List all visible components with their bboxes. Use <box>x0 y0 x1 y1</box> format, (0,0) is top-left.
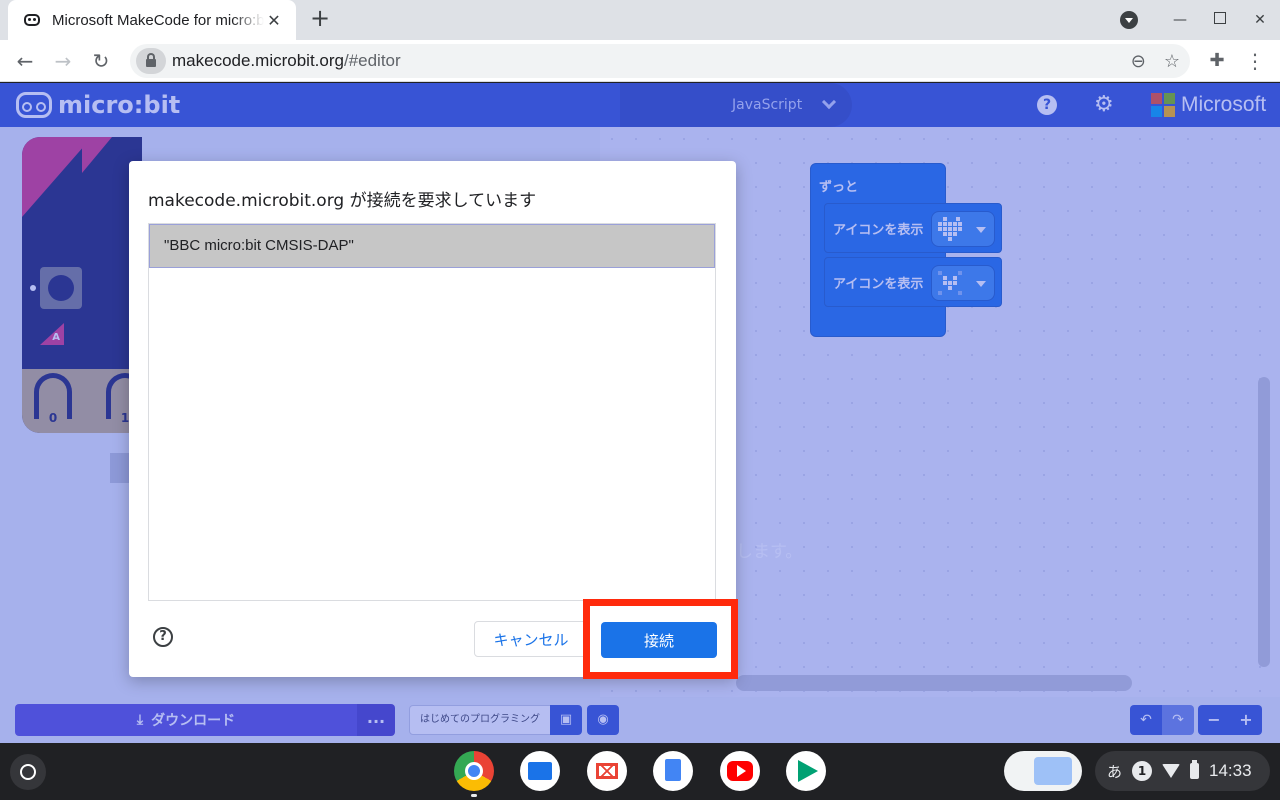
reload-icon[interactable]: ↻ <box>86 46 116 76</box>
device-item[interactable]: "BBC micro:bit CMSIS-DAP" <box>149 224 715 268</box>
files-icon[interactable] <box>520 751 560 791</box>
docs-icon[interactable] <box>653 751 693 791</box>
cancel-button[interactable]: キャンセル <box>474 621 588 657</box>
launcher-icon[interactable] <box>10 754 46 790</box>
forward-icon[interactable]: → <box>48 46 78 76</box>
maximize-icon[interactable] <box>1200 12 1240 28</box>
lock-icon <box>146 53 156 67</box>
site-info-button[interactable] <box>136 48 166 74</box>
new-tab-button[interactable]: + <box>306 4 334 32</box>
wifi-icon <box>1162 764 1181 778</box>
url-host: makecode.microbit.org <box>172 51 344 70</box>
url-path: /#editor <box>343 51 401 70</box>
close-window-icon[interactable]: ✕ <box>1240 12 1280 28</box>
connect-highlight-box <box>583 599 738 679</box>
browser-toolbar: ← → ↻ makecode.microbit.org /#editor ⊖ ☆… <box>0 40 1280 82</box>
tab-close-icon[interactable]: ✕ <box>264 11 284 30</box>
tab-title: Microsoft MakeCode for micro:bit <box>52 11 264 29</box>
back-icon[interactable]: ← <box>10 46 40 76</box>
gmail-icon[interactable] <box>587 751 627 791</box>
tab-strip: Microsoft MakeCode for micro:bit ✕ + — ✕ <box>0 0 1280 40</box>
notification-badge: 1 <box>1132 761 1153 781</box>
running-indicator <box>471 794 477 797</box>
extensions-icon[interactable]: ✚ <box>1204 46 1230 76</box>
zoom-icon[interactable]: ⊖ <box>1131 51 1146 72</box>
clock: 14:33 <box>1209 761 1252 780</box>
dialog-title: makecode.microbit.org が接続を要求しています <box>148 191 537 211</box>
browser-menu-icon[interactable]: ⋮ <box>1242 46 1268 76</box>
holding-space[interactable] <box>1004 751 1082 791</box>
window-controls: — ✕ <box>1120 0 1280 40</box>
minimize-icon[interactable]: — <box>1160 12 1200 28</box>
device-list: "BBC micro:bit CMSIS-DAP" <box>148 223 716 601</box>
ime-indicator: あ <box>1107 762 1123 781</box>
help-icon[interactable]: ? <box>153 627 173 647</box>
tab-search-icon[interactable] <box>1120 11 1138 29</box>
youtube-icon[interactable] <box>720 751 760 791</box>
system-shelf: あ 1 14:33 <box>0 743 1280 800</box>
makecode-page: micro:bit JavaScript ? ⚙ Microsoft A 0 1 <box>0 83 1280 743</box>
bookmark-star-icon[interactable]: ☆ <box>1164 51 1180 72</box>
play-store-icon[interactable] <box>786 751 826 791</box>
battery-icon <box>1190 760 1200 779</box>
microbit-favicon-icon <box>24 14 40 26</box>
browser-tab[interactable]: Microsoft MakeCode for micro:bit ✕ <box>8 0 296 40</box>
chrome-icon[interactable] <box>454 751 494 791</box>
address-bar[interactable]: makecode.microbit.org /#editor ⊖ ☆ <box>130 44 1190 78</box>
status-tray[interactable]: あ 1 14:33 <box>1095 751 1270 791</box>
